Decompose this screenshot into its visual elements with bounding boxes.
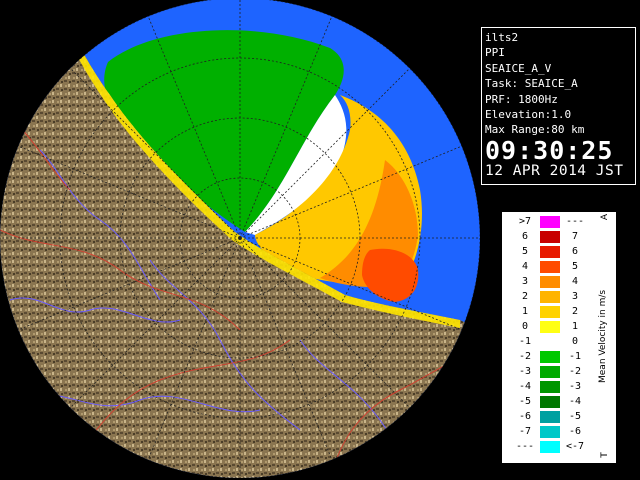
legend-top-unit: A <box>600 213 611 221</box>
legend-lower-value: 5 <box>521 246 529 257</box>
legend-upper-value: -5 <box>568 411 582 422</box>
radar-ppi-display <box>0 0 480 480</box>
legend-upper-value: 7 <box>571 231 579 242</box>
legend-upper-value: 2 <box>571 306 579 317</box>
legend-upper-value: -2 <box>568 366 582 377</box>
legend-lower-value: >7 <box>518 216 532 227</box>
legend-upper-value: 1 <box>571 321 579 332</box>
legend-lower-value: 2 <box>521 291 529 302</box>
task-name: Task: SEAICE_A <box>485 77 578 91</box>
legend-color-swatch <box>540 411 560 423</box>
legend-color-swatch <box>540 291 560 303</box>
legend-color-swatch <box>540 336 560 348</box>
legend-color-swatch <box>540 261 560 273</box>
legend-color-swatch <box>540 276 560 288</box>
legend-color-swatch <box>540 351 560 363</box>
legend-bottom-unit: T <box>599 452 610 458</box>
legend-color-swatch <box>540 216 560 228</box>
legend-lower-value: -1 <box>518 336 532 347</box>
legend-title: Mean Velocity in m/s <box>598 289 608 383</box>
legend-color-swatch <box>540 441 560 453</box>
legend-color-swatch <box>540 366 560 378</box>
legend-upper-value: <-7 <box>565 441 585 452</box>
elevation-value: Elevation:1.0 <box>485 107 572 121</box>
legend-lower-value: -6 <box>518 411 532 422</box>
legend-lower-value: 4 <box>521 261 529 272</box>
scan-type: PPI <box>485 46 505 60</box>
prf-value: PRF: 1800Hz <box>485 92 558 106</box>
legend-color-swatch <box>540 231 560 243</box>
legend-color-swatch <box>540 246 560 258</box>
legend-upper-value: -4 <box>568 396 582 407</box>
legend-upper-value: --- <box>565 216 585 227</box>
legend-upper-value: -1 <box>568 351 582 362</box>
legend-color-swatch <box>540 396 560 408</box>
legend-color-swatch <box>540 306 560 318</box>
velocity-legend: Mean Velocity in m/s A T >7 --- 6 7 5 6 4 5 3 4 2 3… <box>500 210 618 465</box>
legend-lower-value: 6 <box>521 231 529 242</box>
legend-lower-value: -4 <box>518 381 532 392</box>
legend-upper-value: 3 <box>571 291 579 302</box>
legend-lower-value: -5 <box>518 396 532 407</box>
legend-color-swatch <box>540 321 560 333</box>
scan-date: 12 APR 2014 JST <box>485 162 624 179</box>
legend-upper-value: 0 <box>571 336 579 347</box>
legend-upper-value: 4 <box>571 276 579 287</box>
legend-upper-value: 6 <box>571 246 579 257</box>
legend-lower-value: 1 <box>521 306 529 317</box>
legend-lower-value: -7 <box>518 426 532 437</box>
legend-lower-value: 0 <box>521 321 529 332</box>
legend-upper-value: -3 <box>568 381 582 392</box>
scan-time: 09:30:25 <box>485 135 614 165</box>
legend-color-swatch <box>540 381 560 393</box>
radar-name: ilts2 <box>485 31 519 44</box>
product-name: SEAICE_A_V <box>485 61 552 75</box>
legend-color-swatch <box>540 426 560 438</box>
legend-upper-value: -6 <box>568 426 582 437</box>
legend-lower-value: 3 <box>521 276 529 287</box>
legend-upper-value: 5 <box>571 261 579 272</box>
legend-lower-value: -3 <box>518 366 532 377</box>
info-panel: ilts2 PPI SEAICE_A_V Task: SEAICE_A PRF:… <box>481 27 636 185</box>
legend-lower-value: -2 <box>518 351 532 362</box>
legend-lower-value: --- <box>515 441 535 452</box>
